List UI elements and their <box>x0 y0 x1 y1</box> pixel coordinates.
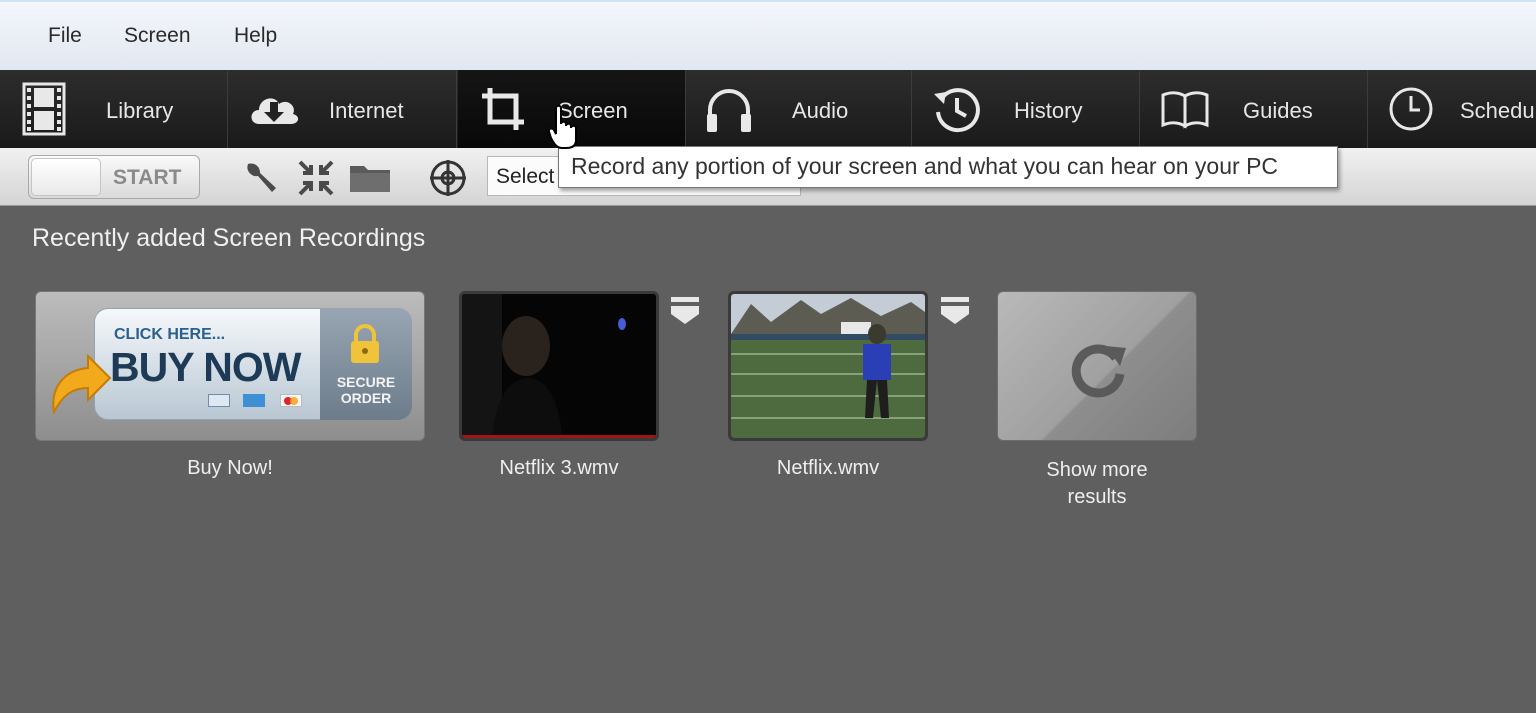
buy-now-tile[interactable]: CLICK HERE... BUY NOW SECURE ORDER <box>35 291 425 441</box>
menu-screen[interactable]: Screen <box>124 24 191 48</box>
tab-library[interactable]: Library <box>0 70 228 148</box>
cloud-download-icon <box>251 98 299 124</box>
show-more-line1: Show more <box>1046 459 1148 481</box>
tab-history-label: History <box>1014 98 1083 123</box>
refresh-icon <box>1071 344 1126 398</box>
target-icon[interactable] <box>428 158 468 198</box>
start-toggle[interactable]: START <box>28 155 200 199</box>
video-thumbnail-field <box>731 294 925 438</box>
toggle-knob <box>31 158 101 196</box>
film-icon <box>22 82 66 136</box>
tab-audio[interactable]: Audio <box>684 70 912 148</box>
recording-menu-icon[interactable] <box>670 296 700 326</box>
show-more-caption[interactable]: Show more results <box>997 457 1197 511</box>
headphones-icon <box>707 89 751 132</box>
nav-bar: Library Internet Screen Audio History Gu… <box>0 70 1536 148</box>
section-title: Recently added Screen Recordings <box>32 224 426 252</box>
recording-thumbnail[interactable] <box>728 291 928 441</box>
hand-cursor-icon <box>548 104 577 149</box>
collapse-icon[interactable] <box>296 158 336 198</box>
buy-now-text: BUY NOW <box>110 344 301 390</box>
crop-icon <box>482 88 524 130</box>
history-icon <box>934 88 980 133</box>
recording-menu-icon[interactable] <box>940 296 970 326</box>
tab-audio-label: Audio <box>792 98 849 123</box>
show-more-tile[interactable] <box>997 291 1197 441</box>
book-icon <box>1161 91 1209 129</box>
toggle-label: START <box>113 166 182 189</box>
click-here-text: CLICK HERE... <box>114 326 226 343</box>
mastercard-icon <box>280 394 302 407</box>
capture-select-value: Select <box>496 165 555 188</box>
folder-icon[interactable] <box>348 158 392 198</box>
wrench-icon[interactable] <box>240 158 280 198</box>
tab-internet-label: Internet <box>329 98 404 123</box>
secure-line1: SECURE <box>336 374 396 390</box>
tab-schedule-label: Schedu <box>1460 98 1535 123</box>
menu-help[interactable]: Help <box>234 24 277 48</box>
tab-history[interactable]: History <box>912 70 1140 148</box>
screen-tooltip: Record any portion of your screen and wh… <box>558 146 1338 188</box>
secure-order-text: SECURE ORDER <box>326 374 406 406</box>
menu-bar: File Screen Help <box>0 0 1536 70</box>
tab-schedule[interactable]: Schedu <box>1368 70 1536 148</box>
secure-line2: ORDER <box>340 390 392 406</box>
recording-thumbnail[interactable] <box>459 291 659 441</box>
recording-caption[interactable]: Netflix 3.wmv <box>459 457 659 480</box>
buy-now-caption[interactable]: Buy Now! <box>35 457 425 480</box>
tab-internet[interactable]: Internet <box>229 70 457 148</box>
clock-icon <box>1389 87 1433 131</box>
show-more-line2: results <box>1067 486 1127 508</box>
recording-caption[interactable]: Netflix.wmv <box>728 457 928 480</box>
tab-guides[interactable]: Guides <box>1140 70 1368 148</box>
arrow-icon <box>52 353 112 416</box>
amex-card-icon <box>243 394 265 407</box>
menu-file[interactable]: File <box>48 24 82 48</box>
lock-icon <box>351 324 379 363</box>
tab-library-label: Library <box>106 98 174 123</box>
tab-guides-label: Guides <box>1243 98 1313 123</box>
visa-card-icon <box>208 394 230 407</box>
video-thumbnail-dark <box>462 294 656 438</box>
